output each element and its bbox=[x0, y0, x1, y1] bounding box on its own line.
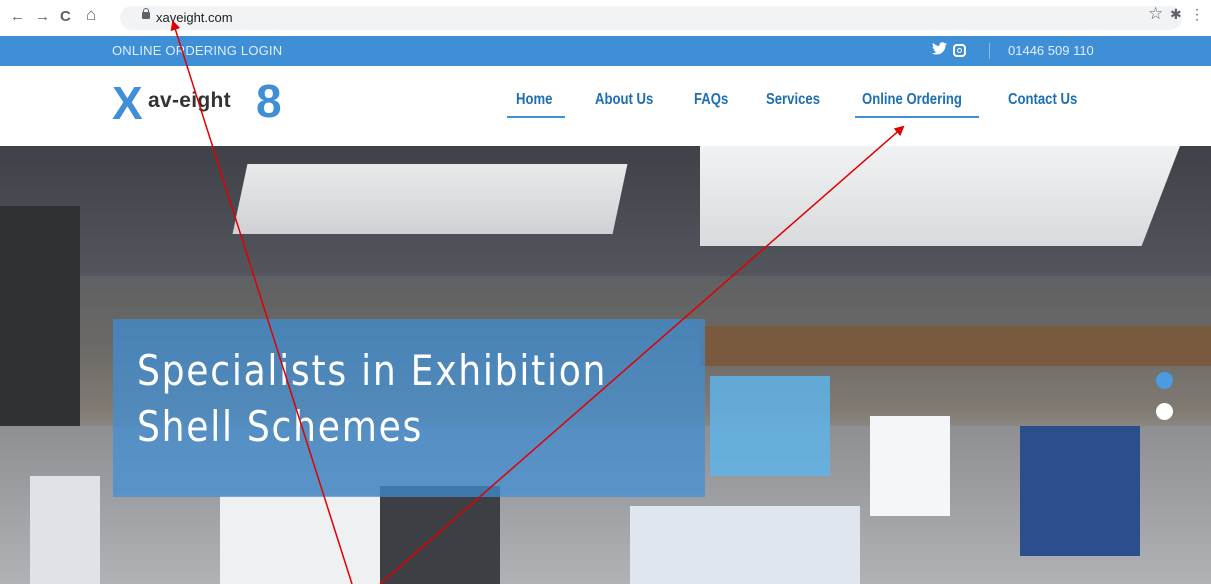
address-bar[interactable]: xaveight.com bbox=[120, 6, 1182, 30]
home-icon[interactable]: ⌂ bbox=[86, 6, 96, 24]
nav-about-us[interactable]: About Us bbox=[595, 91, 653, 109]
hero-stand bbox=[30, 476, 100, 584]
hero-stand bbox=[220, 496, 390, 584]
hero-headline: Specialists in Exhibition Shell Schemes bbox=[137, 343, 619, 455]
extensions-icon[interactable]: ✱ bbox=[1170, 6, 1182, 23]
slider-dot-2[interactable] bbox=[1156, 403, 1173, 420]
hero-headline-line-1: Specialists in Exhibition bbox=[137, 346, 608, 395]
nav-online-ordering-underline bbox=[855, 116, 979, 118]
topbar-divider bbox=[989, 43, 990, 59]
hero-screen bbox=[710, 376, 830, 476]
browser-toolbar: ← → C ⌂ xaveight.com ☆ ✱ ⋮ bbox=[0, 0, 1211, 36]
reload-icon[interactable]: C bbox=[60, 8, 71, 26]
url-text[interactable]: xaveight.com bbox=[156, 10, 233, 25]
hero-stand bbox=[870, 416, 950, 516]
online-ordering-login-link[interactable]: ONLINE ORDERING LOGIN bbox=[112, 43, 282, 58]
hero-stand bbox=[1020, 426, 1140, 556]
nav-faqs[interactable]: FAQs bbox=[694, 91, 728, 109]
logo-eight: 8 bbox=[256, 75, 282, 127]
nav-home[interactable]: Home bbox=[516, 91, 552, 109]
twitter-icon[interactable] bbox=[932, 42, 947, 57]
logo-x: X bbox=[112, 77, 143, 129]
back-icon[interactable]: ← bbox=[10, 8, 25, 26]
logo-text: av-eight bbox=[148, 89, 231, 112]
top-bar: ONLINE ORDERING LOGIN 01446 509 110 bbox=[0, 36, 1211, 66]
site-header: X av-eight 8 Home About Us FAQs Services… bbox=[0, 66, 1211, 146]
bookmark-star-icon[interactable]: ☆ bbox=[1148, 4, 1163, 24]
hero-stand bbox=[630, 506, 860, 584]
hero-balcony bbox=[700, 326, 1211, 366]
hero-stand bbox=[380, 486, 500, 584]
hero-canopy-left bbox=[232, 164, 628, 234]
nav-online-ordering[interactable]: Online Ordering bbox=[862, 91, 962, 109]
lock-icon bbox=[142, 8, 150, 19]
forward-icon[interactable]: → bbox=[35, 8, 50, 26]
phone-number[interactable]: 01446 509 110 bbox=[1008, 43, 1094, 58]
browser-menu-icon[interactable]: ⋮ bbox=[1190, 6, 1204, 23]
instagram-icon[interactable] bbox=[953, 44, 966, 57]
slider-dot-1[interactable] bbox=[1156, 372, 1173, 389]
hero-canopy-right bbox=[700, 146, 1180, 246]
hero-slider: Specialists in Exhibition Shell Schemes bbox=[0, 146, 1211, 584]
nav-services[interactable]: Services bbox=[766, 91, 820, 109]
nav-home-underline bbox=[507, 116, 565, 118]
hero-caption-box: Specialists in Exhibition Shell Schemes bbox=[113, 319, 705, 497]
hero-headline-line-2: Shell Schemes bbox=[137, 402, 424, 451]
site-logo[interactable]: X av-eight 8 bbox=[112, 75, 292, 129]
nav-contact-us[interactable]: Contact Us bbox=[1008, 91, 1077, 109]
